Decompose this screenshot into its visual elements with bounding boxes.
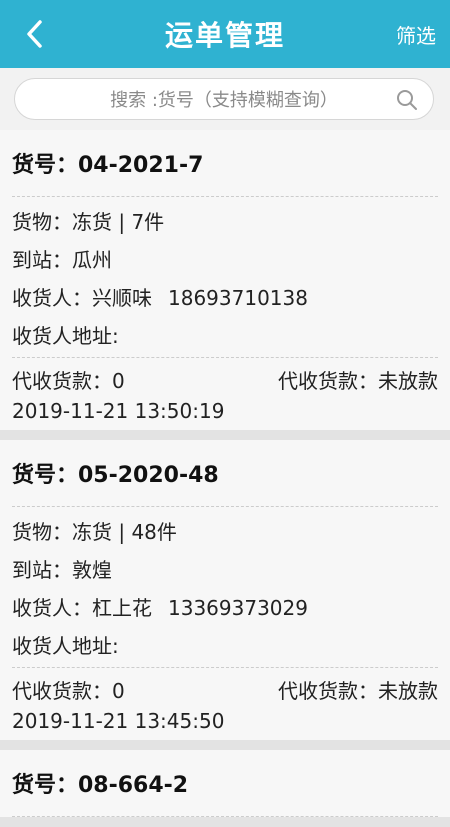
cod-amount: 代收货款：0 xyxy=(12,679,125,703)
search-placeholder: 搜索 :货号（支持模糊查询） xyxy=(110,90,338,111)
waybill-card[interactable]: 货号：04-2021-7 货物：冻货 | 7件 到站：瓜州 收货人：兴顺味 186… xyxy=(0,130,450,440)
search-bar-area: 搜索 :货号（支持模糊查询） xyxy=(0,68,450,130)
consignee-name: 杠上花 xyxy=(92,596,152,620)
cod-status: 代收货款：未放款 xyxy=(278,369,438,393)
goods-info: 货物：冻货 | 7件 xyxy=(12,210,165,234)
search-icon[interactable] xyxy=(395,88,419,112)
cod-amount: 代收货款：0 xyxy=(12,369,125,393)
cod-row: 代收货款：0 代收货款：未放款 xyxy=(12,668,438,706)
waybill-time: 2019-11-21 13:50:19 xyxy=(12,399,225,423)
search-input[interactable]: 搜索 :货号（支持模糊查询） xyxy=(14,78,434,120)
consignee-address: 收货人地址: xyxy=(12,634,119,658)
cod-row: 代收货款：0 代收货款：未放款 xyxy=(12,358,438,396)
consignee-address: 收货人地址: xyxy=(12,324,119,348)
cod-status: 代收货款：未放款 xyxy=(278,679,438,703)
waybill-number: 货号：04-2021-7 xyxy=(12,153,204,178)
page-title: 运单管理 xyxy=(164,19,285,52)
consignee-label: 收货人： xyxy=(12,596,92,620)
consignee-line: 收货人：杠上花 13369373029 xyxy=(12,589,438,627)
waybill-card[interactable]: 货号：08-664-2 xyxy=(0,750,450,827)
consignee-name: 兴顺味 xyxy=(92,286,152,310)
consignee-label: 收货人： xyxy=(12,286,92,310)
consignee-phone[interactable]: 13369373029 xyxy=(168,596,308,620)
goods-info: 货物：冻货 | 48件 xyxy=(12,520,177,544)
waybill-list: 货号：04-2021-7 货物：冻货 | 7件 到站：瓜州 收货人：兴顺味 186… xyxy=(0,130,450,827)
waybill-time: 2019-11-21 13:45:50 xyxy=(12,709,225,733)
filter-button[interactable]: 筛选 xyxy=(396,20,436,49)
divider xyxy=(12,816,438,817)
waybill-number: 货号：08-664-2 xyxy=(12,773,189,798)
app-header: 运单管理 筛选 xyxy=(0,0,450,68)
destination-station: 到站：敦煌 xyxy=(12,558,112,582)
consignee-line: 收货人：兴顺味 18693710138 xyxy=(12,279,438,317)
consignee-phone[interactable]: 18693710138 xyxy=(168,286,308,310)
back-chevron-icon[interactable] xyxy=(18,16,54,52)
waybill-number: 货号：05-2020-48 xyxy=(12,463,219,488)
destination-station: 到站：瓜州 xyxy=(12,248,112,272)
waybill-card[interactable]: 货号：05-2020-48 货物：冻货 | 48件 到站：敦煌 收货人：杠上花 1… xyxy=(0,440,450,750)
